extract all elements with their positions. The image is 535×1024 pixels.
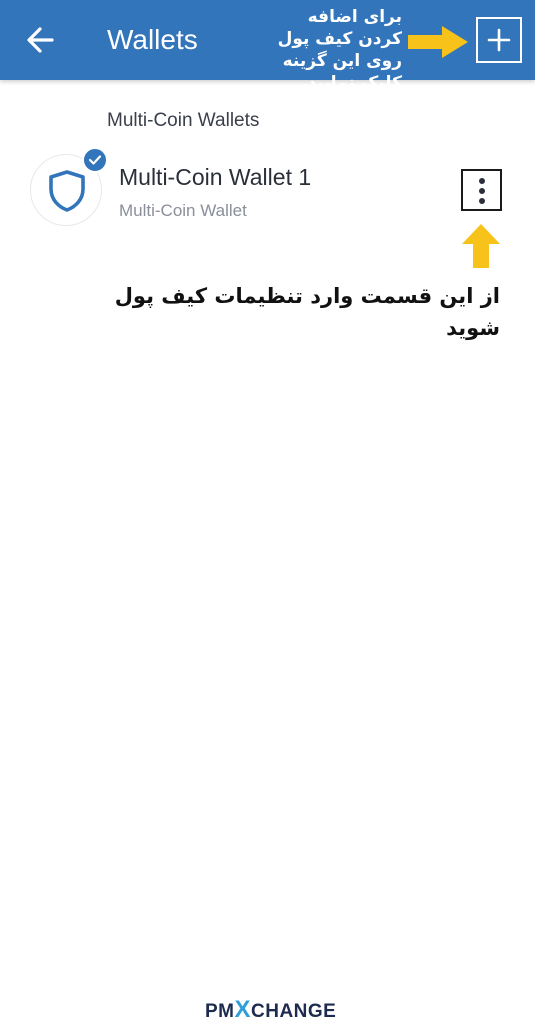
wallet-options-button[interactable] — [461, 169, 502, 211]
arrow-right-icon — [408, 26, 468, 58]
settings-note: از این قسمت وارد تنظیمات کیف پول شوید — [114, 284, 500, 340]
logo-text-right: CHANGE — [251, 1001, 337, 1022]
check-icon — [88, 155, 102, 165]
arrow-up-icon — [462, 224, 500, 268]
selected-badge — [82, 147, 108, 173]
back-arrow-icon — [27, 27, 54, 53]
add-wallet-note: برای اضافه کردن کیف پول روی این گزینه کل… — [277, 7, 402, 93]
wallet-subtitle: Multi-Coin Wallet — [119, 201, 247, 220]
more-vertical-icon — [479, 178, 485, 204]
page-title: Wallets — [107, 24, 198, 55]
shield-icon — [49, 170, 85, 212]
back-button[interactable] — [22, 22, 62, 58]
section-label: Multi-Coin Wallets — [107, 110, 260, 131]
logo-x: X — [234, 996, 252, 1023]
add-wallet-button[interactable] — [476, 17, 522, 63]
logo-text-left: PM — [205, 1001, 235, 1022]
plus-icon — [487, 28, 511, 52]
watermark-logo: PMXCHANGE — [205, 996, 337, 1024]
app-bar: Wallets برای اضافه کردن کیف پول روی این … — [0, 0, 535, 93]
wallet-name: Multi-Coin Wallet 1 — [119, 164, 312, 190]
